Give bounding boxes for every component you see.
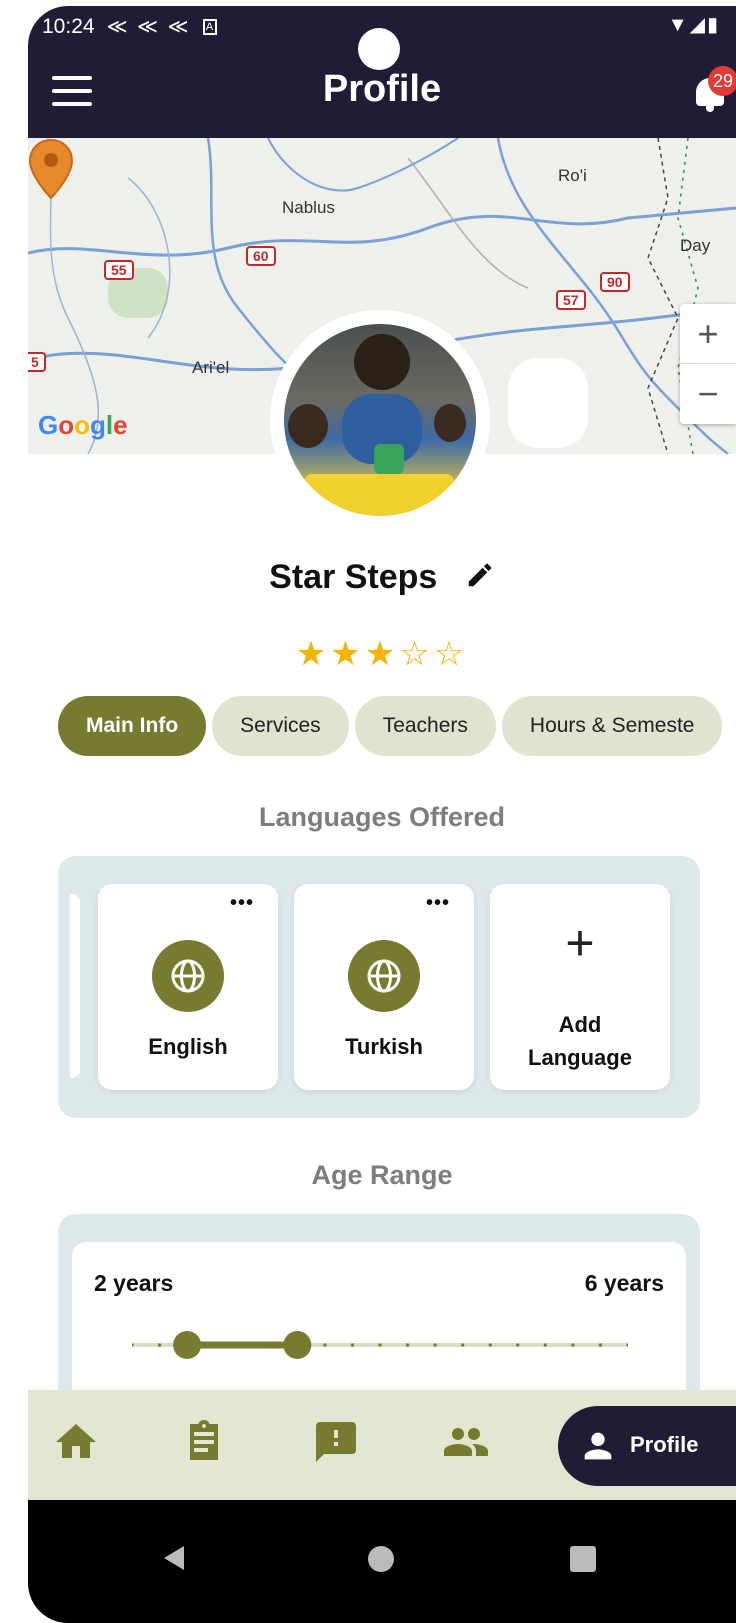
people-icon[interactable] — [442, 1418, 490, 1466]
google-logo: Google — [38, 410, 128, 440]
slider-tick — [543, 1343, 547, 1347]
route-shield: 57 — [556, 290, 586, 310]
zoom-out-button[interactable]: − — [680, 364, 736, 424]
star-filled-icon: ★★★ — [295, 635, 400, 673]
app-header: 10:24 ≪ ≪ ≪ A ▼◢▮ Profile 29 — [28, 6, 736, 138]
slider-tick — [157, 1343, 162, 1347]
rating-stars: ★★★☆☆ — [28, 634, 736, 674]
route-shield: 5 — [28, 352, 46, 372]
age-min-label: 2 years — [94, 1270, 174, 1296]
tab-teachers[interactable]: Teachers — [354, 696, 496, 756]
signal-icon: ◢ — [689, 14, 707, 36]
profile-tabs: Main Info Services Teachers Hours & Semeste — [58, 696, 736, 758]
route-shield: 60 — [246, 246, 276, 266]
add-language-line2: Language — [528, 1045, 632, 1070]
languages-panel[interactable]: ••• English ••• Turkish + Add Language — [58, 856, 700, 1118]
location-pin-icon[interactable] — [28, 138, 74, 200]
previous-card-stub — [70, 894, 80, 1078]
age-range-panel: 2 years 6 years — [58, 1214, 700, 1414]
profile-avatar[interactable] — [270, 310, 490, 530]
status-time: 10:24 — [42, 14, 95, 38]
language-card-english[interactable]: ••• English — [98, 884, 278, 1090]
recents-square-icon[interactable] — [570, 1546, 596, 1572]
nav-profile-button[interactable]: Profile — [558, 1406, 736, 1486]
screen: 10:24 ≪ ≪ ≪ A ▼◢▮ Profile 29 Nablus Ro'i… — [28, 6, 736, 1623]
route-shield: 55 — [104, 260, 134, 280]
back-icon[interactable] — [162, 1544, 186, 1572]
zoom-in-button[interactable]: + — [680, 304, 736, 364]
home-circle-icon[interactable] — [368, 1546, 394, 1572]
plus-icon: + — [565, 915, 595, 971]
map-place-label: Day — [680, 236, 711, 255]
map-zoom-controls: + − — [680, 304, 736, 424]
slider-tick — [571, 1343, 575, 1347]
notification-bell-icon[interactable]: 29 — [692, 66, 736, 114]
nav-profile-label: Profile — [630, 1432, 699, 1457]
tab-hours-semesters[interactable]: Hours & Semeste — [501, 696, 723, 756]
slider-tick — [488, 1343, 492, 1347]
slider-min-thumb[interactable] — [173, 1331, 202, 1359]
slider-tick — [598, 1343, 603, 1347]
language-name: English — [148, 1034, 228, 1059]
add-language-line1: Add — [558, 1012, 602, 1037]
notification-badge: 29 — [708, 66, 736, 96]
language-name: Turkish — [345, 1034, 423, 1059]
age-range-slider[interactable] — [132, 1330, 628, 1360]
profile-name: Star Steps — [269, 558, 438, 596]
bottom-navigation: Profile — [28, 1390, 736, 1500]
age-range-section-title: Age Range — [311, 1160, 453, 1190]
camera-cutout — [358, 28, 400, 70]
map-place-label: Nablus — [282, 198, 335, 217]
more-options-icon[interactable]: ••• — [230, 892, 254, 915]
profile-name-row: Star Steps — [28, 558, 736, 599]
wifi-icon: ▼ — [667, 14, 690, 36]
home-icon[interactable] — [52, 1418, 100, 1466]
map-place-label: Ro'i — [558, 166, 587, 185]
globe-icon — [152, 940, 224, 1012]
age-max-label: 6 years — [584, 1270, 664, 1296]
edit-pencil-icon[interactable] — [465, 560, 495, 599]
page-title: Profile — [322, 68, 442, 110]
map-place-label: Ari'el — [192, 358, 230, 377]
tab-services[interactable]: Services — [212, 696, 349, 756]
slider-tick — [378, 1343, 382, 1347]
slider-tick — [350, 1343, 355, 1347]
slider-tick — [405, 1343, 410, 1347]
feedback-icon[interactable] — [312, 1418, 360, 1466]
status-bar: 10:24 ≪ ≪ ≪ A — [42, 14, 217, 39]
flutter-icon: ≪ ≪ ≪ — [106, 16, 191, 38]
avatar-photo — [284, 324, 476, 516]
a-box-icon: A — [202, 18, 217, 35]
clipboard-icon[interactable] — [180, 1418, 228, 1466]
slider-tick — [516, 1343, 520, 1347]
route-shield: 90 — [600, 272, 630, 292]
slider-tick — [323, 1343, 327, 1347]
slider-tick — [433, 1343, 437, 1347]
battery-icon: ▮ — [706, 14, 720, 36]
globe-icon — [348, 940, 420, 1012]
tab-main-info[interactable]: Main Info — [58, 696, 207, 756]
system-navigation-bar — [28, 1500, 736, 1623]
add-language-button[interactable]: + Add Language — [490, 884, 670, 1090]
more-options-icon[interactable]: ••• — [426, 892, 450, 915]
person-icon — [584, 1432, 612, 1460]
language-card-turkish[interactable]: ••• Turkish — [294, 884, 474, 1090]
add-language-label: Add Language — [490, 1008, 670, 1074]
status-icons: ▼◢▮ — [668, 12, 720, 37]
slider-tick — [461, 1343, 465, 1347]
slider-max-thumb[interactable] — [283, 1331, 312, 1359]
age-range-card: 2 years 6 years — [72, 1242, 686, 1402]
languages-section-title: Languages Offered — [258, 802, 506, 832]
star-empty-icon: ☆☆ — [399, 635, 469, 673]
